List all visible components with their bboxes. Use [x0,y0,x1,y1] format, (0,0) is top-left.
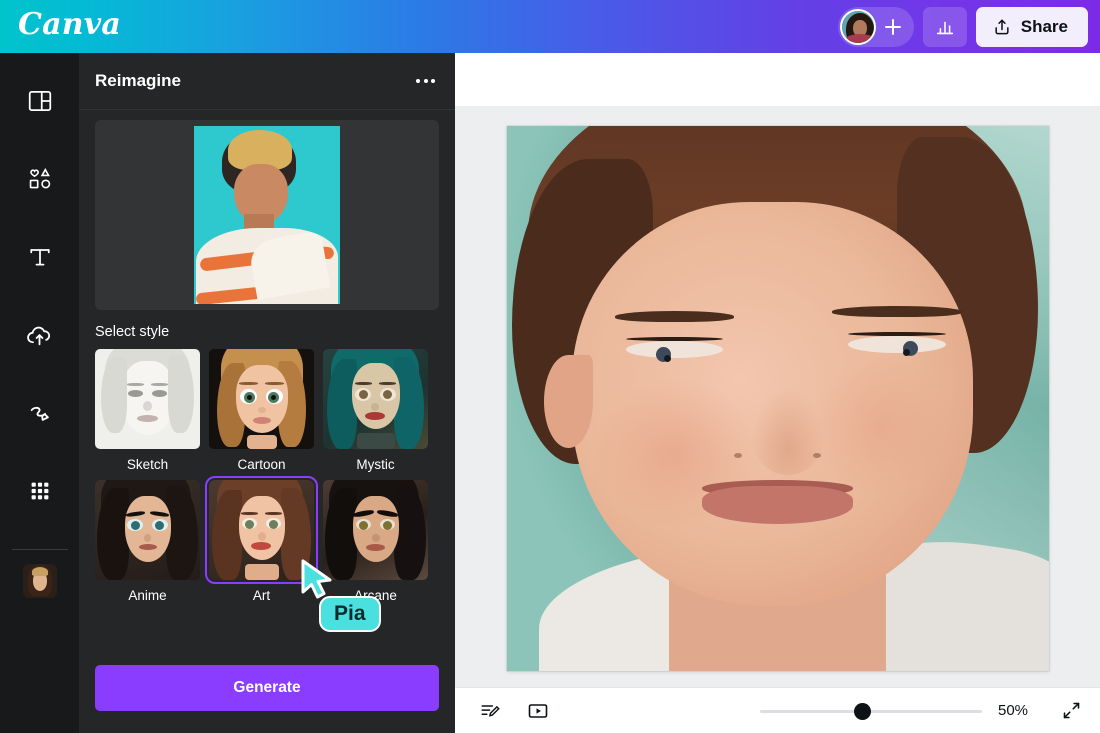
rail-item-design[interactable] [9,71,71,131]
collaborators-cluster [837,6,914,47]
style-label: Arcane [354,588,397,603]
zoom-slider[interactable] [760,702,982,720]
artboard[interactable] [506,126,1049,671]
panel-title: Reimagine [95,71,181,90]
style-thumb-art [205,476,318,584]
style-option-arcane[interactable]: Arcane [323,480,428,603]
app-header: Canva Share [0,0,1100,53]
rail-item-text[interactable] [9,227,71,287]
bar-chart-icon [936,21,953,34]
add-collaborator-button[interactable] [880,14,906,40]
fullscreen-button[interactable] [1056,696,1086,726]
rail-item-elements[interactable] [9,149,71,209]
style-thumb-sketch [95,349,200,449]
source-portrait-photo [194,126,340,304]
source-image-card[interactable] [95,120,439,310]
bottom-bar: 50% [455,687,1100,733]
zoom-percentage: 50% [998,702,1029,719]
style-option-cartoon[interactable]: Cartoon [209,349,314,472]
zoom-slider-thumb[interactable] [853,702,871,720]
style-grid: Sketch Cartoon Mystic Anime Art Arcane [95,349,439,603]
header-actions: Share [837,6,1088,47]
select-style-label: Select style [95,324,170,340]
design-templates-icon [28,91,51,111]
rail-divider [11,549,68,550]
style-label: Art [252,588,271,603]
canvas-toolbar [455,53,1100,106]
style-thumb-mystic [323,349,428,449]
text-icon [29,249,50,266]
left-rail [0,53,79,733]
present-play-icon [528,703,548,718]
panel-content: Select style Sketch Cartoon Mystic Anime… [79,110,455,651]
apps-grid-icon [31,482,48,500]
style-label: Anime [128,588,167,603]
style-label: Cartoon [237,457,286,472]
style-label: Sketch [126,457,169,472]
style-label: Mystic [356,457,395,472]
share-button[interactable]: Share [975,6,1088,47]
expand-fullscreen-icon [1063,702,1079,719]
generate-section: Generate [79,651,455,733]
zoom-slider-track [760,709,982,713]
style-thumb-anime [95,480,200,580]
rail-item-apps[interactable] [9,461,71,521]
canva-logo[interactable]: Canva [18,10,121,43]
style-option-mystic[interactable]: Mystic [323,349,428,472]
present-button[interactable] [523,696,553,726]
draw-pen-icon [30,406,49,421]
canva-editor-window: Canva Share Reimagine Select style Sketc… [0,0,1100,733]
panel-header: Reimagine [79,53,455,110]
avatar[interactable] [839,8,876,45]
reimagine-panel: Reimagine Select style Sketch Cartoon My… [79,53,455,733]
style-option-art[interactable]: Art [205,476,318,603]
style-thumb-cartoon [209,349,314,449]
style-option-sketch[interactable]: Sketch [95,349,200,472]
elements-shapes-icon [29,168,50,189]
notes-icon [481,704,500,717]
rail-item-uploads[interactable] [9,305,71,365]
canvas-stage[interactable] [455,106,1100,687]
rail-portrait-thumbnail[interactable] [22,564,57,598]
rail-item-draw[interactable] [9,383,71,443]
share-upload-icon [995,19,1009,34]
cloud-upload-icon [27,326,51,345]
share-label: Share [1020,16,1068,36]
editor-body: Reimagine Select style Sketch Cartoon My… [0,53,1100,733]
notes-button[interactable] [475,696,505,726]
insights-button[interactable] [922,6,967,47]
generate-button[interactable]: Generate [95,665,439,711]
style-option-anime[interactable]: Anime [95,480,200,603]
canvas-area: 50% [455,53,1100,733]
zoom-controls: 50% [760,696,1086,726]
more-options-button[interactable] [414,71,437,91]
style-thumb-arcane [323,480,428,580]
